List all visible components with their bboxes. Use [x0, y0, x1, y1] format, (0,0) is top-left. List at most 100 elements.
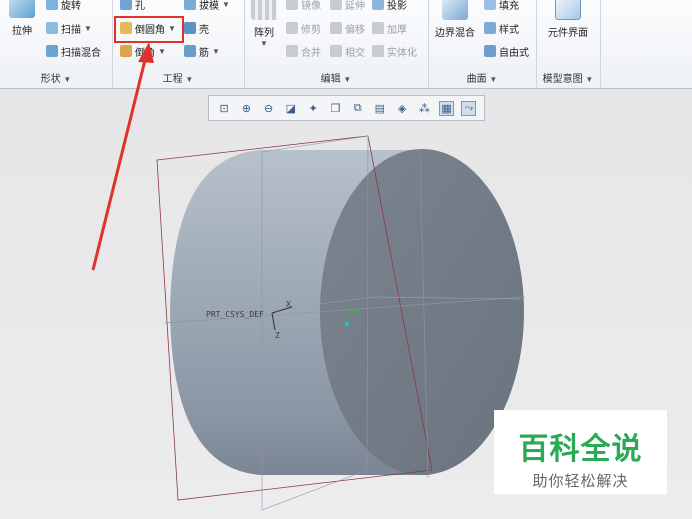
sweep-icon — [46, 22, 58, 34]
shell-icon — [184, 22, 196, 34]
chevron-down-icon: ▼ — [222, 0, 230, 9]
zoom-out-icon[interactable]: ⊖ — [261, 101, 276, 116]
mirror-button[interactable]: 镜像 — [286, 0, 321, 12]
boundary-blend-button[interactable]: 边界混合 — [432, 0, 478, 39]
spin-center-toggle-icon[interactable]: ⤳ — [461, 100, 477, 116]
shell-button[interactable]: 壳 — [184, 20, 209, 36]
datum-display-icon[interactable]: ⁂ — [417, 101, 432, 116]
group-model-intent: 元件界面 模型意图 ▼ — [536, 0, 601, 88]
draft-button[interactable]: 拔模 ▼ — [184, 0, 230, 12]
chamfer-icon — [120, 45, 132, 57]
sweep-label: 扫描 — [61, 24, 81, 36]
perspective-icon[interactable]: ◈ — [395, 101, 410, 116]
spin-center-icon[interactable]: ✦ — [306, 101, 321, 116]
intersect-button[interactable]: 相交 — [330, 43, 365, 59]
offset-button[interactable]: 偏移 — [330, 20, 365, 36]
watermark: 百科全说 助你轻松解决 — [494, 410, 667, 494]
csys-label: PRT_CSYS_DEF — [206, 310, 264, 319]
swept-blend-icon — [46, 45, 58, 57]
repaint-icon[interactable]: ◪ — [283, 101, 298, 116]
style-button[interactable]: 样式 — [484, 20, 519, 36]
csys-z-label: Z — [275, 331, 280, 340]
merge-button[interactable]: 合并 — [286, 43, 321, 59]
boundary-blend-icon — [442, 0, 468, 20]
freestyle-label: 自由式 — [499, 47, 529, 59]
pattern-icon — [251, 0, 277, 20]
revolve-label: 旋转 — [61, 0, 81, 12]
watermark-subtitle: 助你轻松解决 — [532, 473, 629, 490]
rib-icon — [184, 45, 196, 57]
pattern-button[interactable]: 阵列 ▼ — [248, 0, 280, 48]
annotation-display-icon[interactable]: ▦ — [439, 100, 455, 116]
hole-button[interactable]: 孔 — [120, 0, 145, 12]
display-style-icon[interactable]: ❒ — [328, 101, 343, 116]
merge-label: 合并 — [301, 47, 321, 59]
draft-icon — [184, 0, 196, 10]
extend-label: 延伸 — [345, 0, 365, 12]
project-icon — [372, 0, 384, 10]
trim-icon — [286, 22, 298, 34]
freestyle-icon — [484, 45, 496, 57]
group-model-intent-title[interactable]: 模型意图 ▼ — [536, 70, 600, 85]
sweep-button[interactable]: 扫描 ▼ — [46, 20, 92, 36]
trim-button[interactable]: 修剪 — [286, 20, 321, 36]
group-surfaces-title[interactable]: 曲面 ▼ — [428, 70, 536, 85]
project-label: 投影 — [387, 0, 407, 12]
refit-icon[interactable]: ⊡ — [217, 101, 232, 116]
pattern-label: 阵列 — [254, 28, 274, 39]
intersect-label: 相交 — [345, 47, 365, 59]
group-editing-title[interactable]: 编辑 ▼ — [244, 70, 428, 85]
swept-blend-label: 扫描混合 — [61, 47, 101, 59]
solidify-label: 实体化 — [387, 47, 417, 59]
fill-button[interactable]: 填充 — [484, 0, 519, 12]
extrude-button[interactable]: 拉伸 — [6, 0, 38, 37]
fill-icon — [484, 0, 496, 10]
chevron-down-icon: ▼ — [212, 46, 220, 56]
project-button[interactable]: 投影 — [372, 0, 407, 12]
mirror-icon — [286, 0, 298, 10]
thicken-button[interactable]: 加厚 — [372, 20, 407, 36]
rib-button[interactable]: 筋 ▼ — [184, 43, 220, 59]
hole-icon — [120, 0, 132, 10]
extend-button[interactable]: 延伸 — [330, 0, 365, 12]
group-shape-title[interactable]: 形状 ▼ — [0, 70, 112, 85]
zoom-in-icon[interactable]: ⊕ — [239, 101, 254, 116]
shell-label: 壳 — [199, 24, 209, 36]
thicken-label: 加厚 — [387, 24, 407, 36]
chevron-down-icon: ▼ — [260, 39, 268, 48]
chevron-down-icon: ▼ — [84, 23, 92, 33]
intersect-icon — [330, 45, 342, 57]
round-button-highlight — [114, 16, 184, 43]
saved-orientations-icon[interactable]: ⧉ — [350, 101, 365, 116]
group-surfaces: 边界混合 填充 样式 自由式 曲面 ▼ — [428, 0, 537, 88]
component-interface-label: 元件界面 — [548, 28, 588, 39]
chamfer-label: 倒角 — [135, 47, 155, 59]
freestyle-button[interactable]: 自由式 — [484, 43, 529, 59]
ribbon: 拉伸 旋转 扫描 ▼ 扫描混合 形状 ▼ 孔 拔模 ▼ 倒圆角 ▼ 壳 倒角 ▼… — [0, 0, 692, 89]
group-engineering: 孔 拔模 ▼ 倒圆角 ▼ 壳 倒角 ▼ 筋 ▼ 工程 ▼ — [112, 0, 245, 88]
style-icon — [484, 22, 496, 34]
chevron-down-icon: ▼ — [158, 46, 166, 56]
style-label: 样式 — [499, 24, 519, 36]
swept-blend-button[interactable]: 扫描混合 — [46, 43, 101, 59]
csys-x-label: X — [286, 300, 291, 309]
view-toolbar: ⊡ ⊕ ⊖ ◪ ✦ ❒ ⧉ ▤ ◈ ⁂ ▦ ⤳ — [208, 95, 485, 121]
offset-label: 偏移 — [345, 24, 365, 36]
component-interface-button[interactable]: 元件界面 — [540, 0, 596, 39]
chamfer-button[interactable]: 倒角 ▼ — [120, 43, 166, 59]
component-interface-icon — [555, 0, 581, 20]
extend-icon — [330, 0, 342, 10]
group-engineering-title[interactable]: 工程 ▼ — [112, 70, 244, 85]
extrude-icon — [9, 0, 35, 18]
hole-label: 孔 — [135, 0, 145, 12]
revolve-button[interactable]: 旋转 — [46, 0, 81, 12]
watermark-title: 百科全说 — [518, 433, 643, 466]
view-manager-icon[interactable]: ▤ — [372, 101, 387, 116]
mirror-label: 镜像 — [301, 0, 321, 12]
rib-label: 筋 — [199, 47, 209, 59]
group-shape: 拉伸 旋转 扫描 ▼ 扫描混合 形状 ▼ — [0, 0, 113, 88]
merge-icon — [286, 45, 298, 57]
boundary-blend-label: 边界混合 — [435, 28, 475, 39]
extrude-label: 拉伸 — [12, 26, 32, 37]
solidify-button[interactable]: 实体化 — [372, 43, 417, 59]
